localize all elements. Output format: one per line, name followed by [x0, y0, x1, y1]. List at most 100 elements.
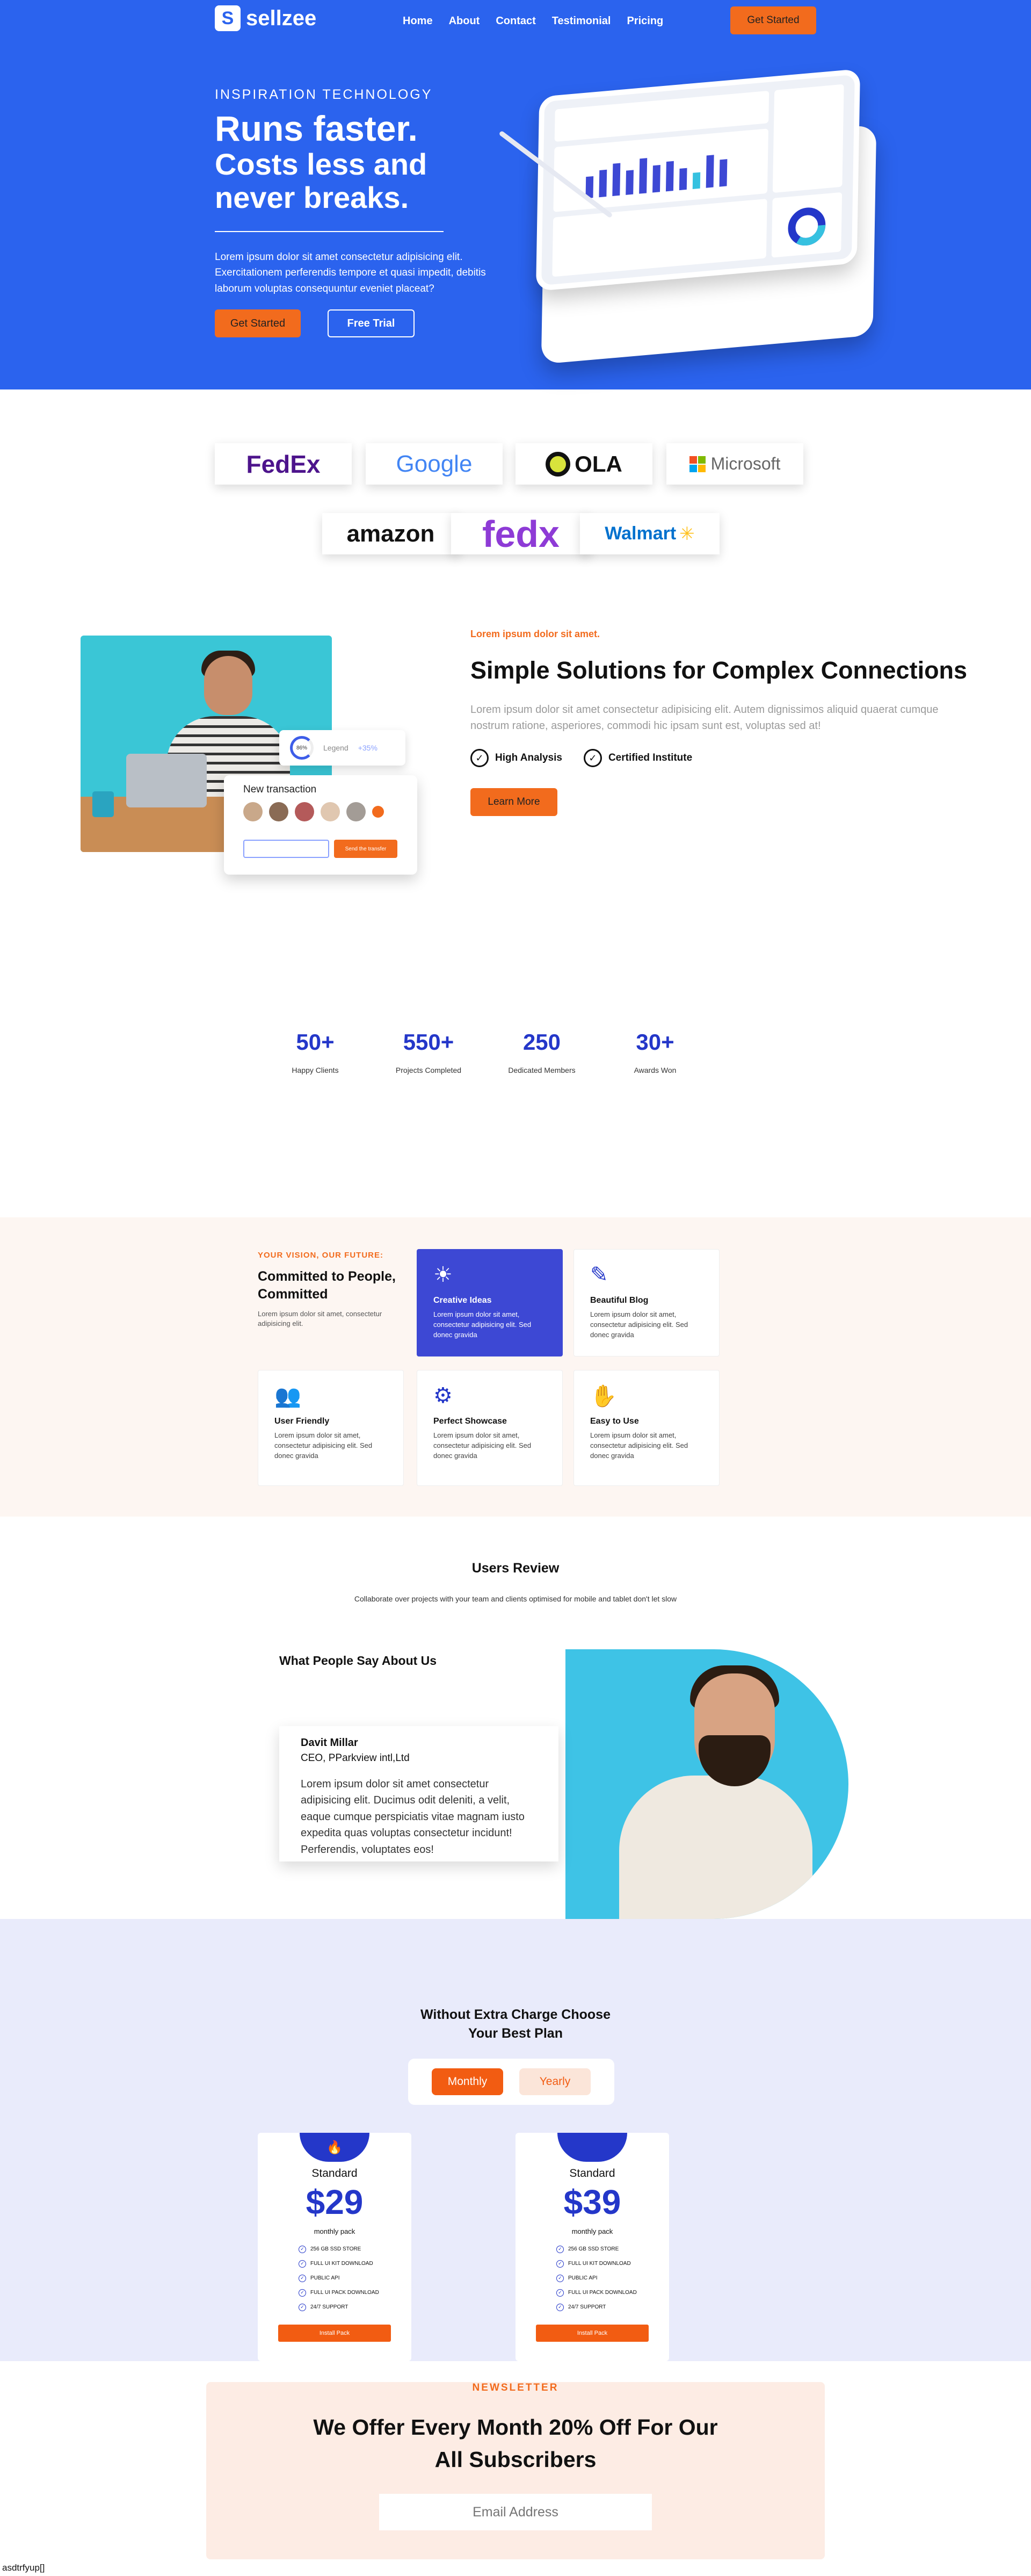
hero-title: Runs faster. Costs less and never breaks…	[215, 109, 427, 214]
walmart-spark-icon: ✳	[679, 523, 695, 544]
reviews-subtitle: Collaborate over projects with your team…	[354, 1594, 677, 1603]
feature-card-perfect-showcase[interactable]: ⚙ Perfect Showcase Lorem ipsum dolor sit…	[417, 1370, 563, 1486]
features-description: Lorem ipsum dolor sit amet, consectetur …	[258, 1310, 382, 1328]
footer-text: asdtrfyup[]	[2, 2563, 45, 2573]
brand-name: sellzee	[246, 6, 317, 30]
monthly-toggle-button[interactable]: Monthly	[432, 2068, 503, 2095]
testimonial-card: Davit Millar CEO, PParkview intl,Ltd Lor…	[279, 1726, 558, 1861]
pricing-card: 🔥 Standard $29 monthly pack ✓ 256 GB SSD …	[258, 2133, 411, 2361]
hero-description: Lorem ipsum dolor sit amet consectetur a…	[215, 251, 486, 294]
testimonial-photo	[565, 1649, 848, 1919]
check-icon: ✓	[556, 2260, 564, 2268]
list-item: ✓ PUBLIC API	[299, 2271, 379, 2285]
reviewer-role: CEO, PParkview intl,Ltd	[301, 1752, 410, 1764]
lightbulb-icon: ☀	[433, 1263, 453, 1287]
plan-features: ✓ 256 GB SSD STORE ✓ FULL UI KIT DOWNLOAD …	[299, 2242, 379, 2314]
feature-card-easy-to-use[interactable]: ✋ Easy to Use Lorem ipsum dolor sit amet…	[573, 1370, 720, 1486]
stat-card: 550+ Projects Completed	[377, 988, 480, 1134]
check-icon: ✓	[556, 2274, 564, 2282]
dashboard-managers-card	[772, 84, 844, 193]
transaction-title: New transaction	[243, 784, 317, 795]
avatar[interactable]	[321, 802, 340, 821]
microsoft-icon	[689, 456, 706, 472]
dashboard-donut-card	[771, 192, 843, 258]
feature-card-beautiful-blog[interactable]: ✎ Beautiful Blog Lorem ipsum dolor sit a…	[573, 1249, 720, 1356]
plan-name: Standard	[311, 2167, 358, 2180]
check-icon: ✓	[299, 2245, 306, 2253]
list-item: ✓ PUBLIC API	[556, 2271, 637, 2285]
users-icon: 👥	[274, 1384, 301, 1408]
nav-pricing[interactable]: Pricing	[627, 15, 663, 27]
check-icon: ✓	[299, 2274, 306, 2282]
feature-card-user-friendly[interactable]: 👥 User Friendly Lorem ipsum dolor sit am…	[258, 1370, 404, 1486]
features-eyebrow: YOUR VISION, OUR FUTURE:	[258, 1251, 384, 1260]
list-item: ✓ FULL UI KIT DOWNLOAD	[299, 2256, 379, 2271]
features-title: Committed to People, Committed	[258, 1269, 396, 1302]
tablet-dashboard-illustration	[535, 68, 861, 292]
review-text: Lorem ipsum dolor sit amet consectetur a…	[301, 1778, 525, 1856]
nav-get-started-button[interactable]: Get Started	[730, 6, 816, 34]
billing-toggle: Monthly Yearly	[408, 2059, 614, 2105]
about-description: Lorem ipsum dolor sit amet consectetur a…	[470, 704, 939, 732]
install-pack-button[interactable]: Install Pack	[536, 2325, 649, 2342]
check-icon: ✓	[556, 2289, 564, 2297]
hero-eyebrow: INSPIRATION TECHNOLOGY	[215, 87, 433, 102]
yearly-toggle-button[interactable]: Yearly	[519, 2068, 591, 2095]
free-trial-button[interactable]: Free Trial	[328, 309, 415, 337]
add-contact-icon[interactable]	[372, 806, 384, 818]
about-title: Simple Solutions for Complex Connections	[470, 656, 968, 684]
plan-period: monthly pack	[571, 2227, 613, 2235]
feature-card-creative-ideas[interactable]: ☀ Creative Ideas Lorem ipsum dolor sit a…	[417, 1249, 563, 1356]
email-field[interactable]	[379, 2494, 652, 2530]
plan-name: Standard	[569, 2167, 615, 2180]
gear-icon: ⚙	[433, 1384, 453, 1408]
plan-price: $29	[306, 2183, 364, 2221]
partner-logo-amazon: amazon	[322, 513, 459, 554]
nav-home[interactable]: Home	[403, 15, 433, 27]
newsletter-eyebrow: NEWSLETTER	[472, 2382, 559, 2393]
hand-icon: ✋	[590, 1384, 617, 1408]
avatar[interactable]	[346, 802, 366, 821]
check-circle-icon: ✓	[470, 749, 489, 767]
pricing-card: Standard $39 monthly pack ✓ 256 GB SSD ST…	[516, 2133, 669, 2361]
plan-period: monthly pack	[314, 2227, 355, 2235]
legend-label: Legend	[323, 744, 348, 752]
avatar[interactable]	[269, 802, 288, 821]
list-item: ✓ 24/7 SUPPORT	[556, 2300, 637, 2314]
partner-logo-google: Google	[366, 443, 503, 485]
pricing-title: Without Extra Charge Choose Your Best Pla…	[420, 2007, 611, 2041]
check-item: ✓ Certified Institute	[583, 749, 692, 767]
newsletter-section: NEWSLETTER We Offer Every Month 20% Off …	[206, 2382, 825, 2559]
nav-testimonial[interactable]: Testimonial	[552, 15, 611, 27]
install-pack-button[interactable]: Install Pack	[278, 2325, 391, 2342]
testimonial-heading: What People Say About Us	[279, 1654, 437, 1668]
ola-icon	[546, 451, 571, 477]
donut-chart-illustration	[788, 207, 826, 246]
legend-change: +35%	[358, 744, 377, 752]
learn-more-button[interactable]: Learn More	[470, 788, 557, 816]
fire-icon: 🔥	[300, 2133, 369, 2162]
check-icon: ✓	[556, 2245, 564, 2253]
nav-contact[interactable]: Contact	[496, 15, 535, 27]
avatar[interactable]	[243, 802, 263, 821]
brand-logo[interactable]: S sellzee	[215, 5, 316, 31]
partner-logo-fedex: FedEx	[215, 443, 352, 485]
amount-input[interactable]	[243, 840, 329, 858]
nav-about[interactable]: About	[449, 15, 480, 27]
send-transfer-button[interactable]: Send the transfer	[334, 840, 397, 858]
partner-logo-microsoft: Microsoft	[666, 443, 803, 485]
transaction-card: New transaction Send the transfer	[224, 775, 417, 875]
plan-badge	[557, 2133, 627, 2162]
hero-get-started-button[interactable]: Get Started	[215, 309, 301, 337]
pencil-icon: ✎	[590, 1263, 608, 1287]
check-icon: ✓	[299, 2303, 306, 2311]
hero-divider	[215, 231, 444, 232]
avatar[interactable]	[295, 802, 314, 821]
list-item: ✓ FULL UI KIT DOWNLOAD	[556, 2256, 637, 2271]
check-icon: ✓	[299, 2260, 306, 2268]
list-item: ✓ FULL UI PACK DOWNLOAD	[299, 2285, 379, 2300]
about-checks: ✓ High Analysis ✓ Certified Institute	[470, 749, 692, 767]
dashboard-map-card	[552, 198, 767, 277]
check-circle-icon: ✓	[583, 749, 602, 767]
list-item: ✓ FULL UI PACK DOWNLOAD	[556, 2285, 637, 2300]
